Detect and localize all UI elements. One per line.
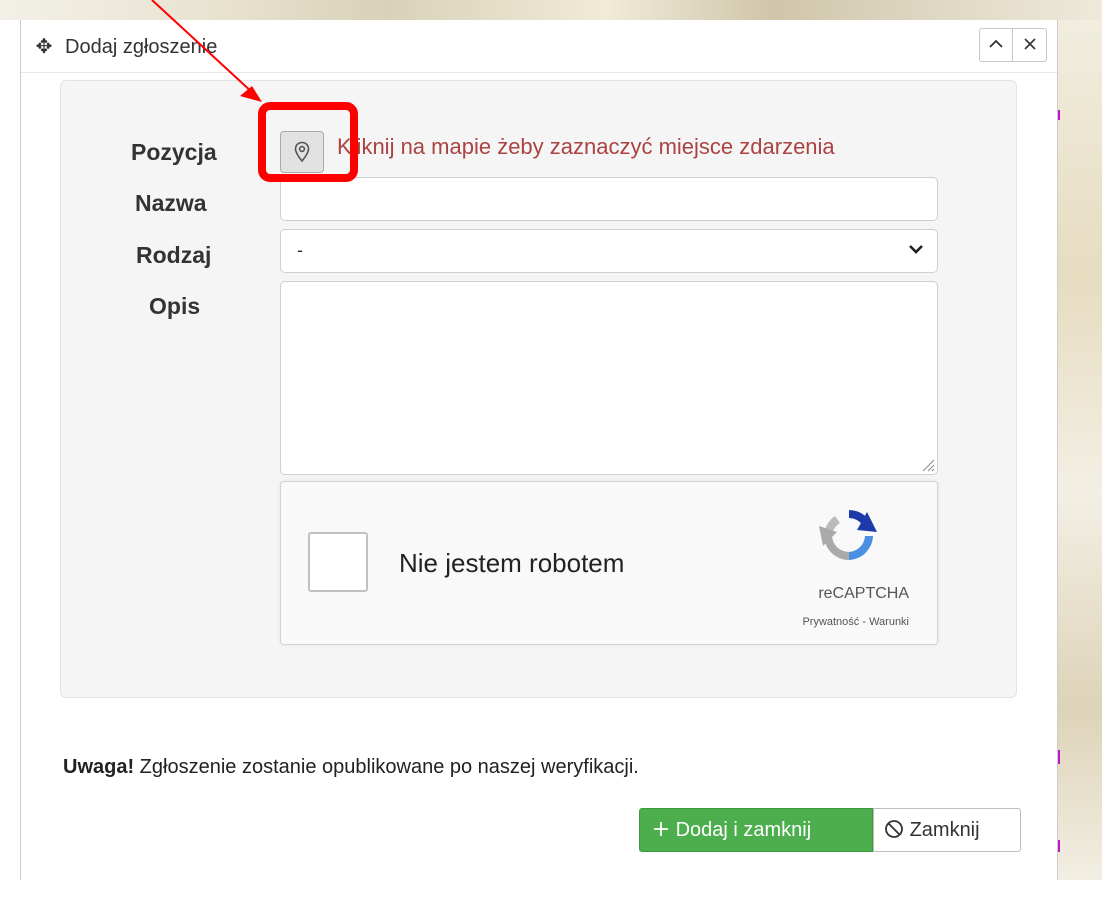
name-input[interactable] <box>280 177 938 221</box>
type-label: Rodzaj <box>136 242 212 268</box>
ban-icon <box>885 819 903 838</box>
move-arrows-icon[interactable]: ✥ <box>33 36 55 58</box>
recaptcha-label: Nie jestem robotem <box>399 548 625 578</box>
collapse-button[interactable] <box>979 28 1013 62</box>
resize-grip-icon[interactable] <box>919 456 935 472</box>
description-textarea[interactable] <box>280 281 938 475</box>
report-form: Pozycja Kliknij na mapie żeby zaznaczyć … <box>60 80 1017 698</box>
recaptcha-widget: Nie jestem robotem reCAPTCHA Prywatność … <box>280 481 938 645</box>
close-icon <box>1023 38 1036 50</box>
close-button[interactable]: Zamknij <box>873 808 1021 852</box>
position-label: Pozycja <box>131 139 217 165</box>
plus-icon <box>654 821 668 836</box>
dialog-titlebar[interactable]: ✥ Dodaj zgłoszenie <box>21 20 1057 73</box>
type-selected-value: - <box>297 240 303 260</box>
recaptcha-checkbox[interactable] <box>308 532 368 592</box>
verification-notice: Uwaga! Zgłoszenie zostanie opublikowane … <box>63 756 639 779</box>
recaptcha-logo-icon <box>819 510 877 560</box>
recaptcha-terms-links[interactable]: Prywatność - Warunki <box>281 616 909 628</box>
map-background-right <box>1056 20 1102 880</box>
notice-strong: Uwaga! <box>63 756 135 778</box>
map-background-top <box>0 0 1102 20</box>
type-select[interactable]: - <box>280 229 938 273</box>
add-report-dialog: ✥ Dodaj zgłoszenie Pozycja Kliknij na ma… <box>20 20 1058 880</box>
close-dialog-button[interactable] <box>1013 28 1047 62</box>
annotation-highlight-box <box>258 102 358 182</box>
add-button-label: Dodaj i zamknij <box>675 819 812 841</box>
name-label: Nazwa <box>135 190 207 216</box>
add-and-close-button[interactable]: Dodaj i zamknij <box>639 808 873 852</box>
position-hint: Kliknij na mapie żeby zaznaczyć miejsce … <box>337 134 835 159</box>
close-button-label: Zamknij <box>909 819 980 841</box>
dialog-title: Dodaj zgłoszenie <box>65 36 218 58</box>
description-label: Opis <box>149 293 201 319</box>
chevron-down-icon <box>909 245 923 254</box>
chevron-up-icon <box>989 39 1003 48</box>
recaptcha-brand: reCAPTCHA <box>818 585 909 602</box>
notice-text: Zgłoszenie zostanie opublikowane po nasz… <box>134 756 639 778</box>
